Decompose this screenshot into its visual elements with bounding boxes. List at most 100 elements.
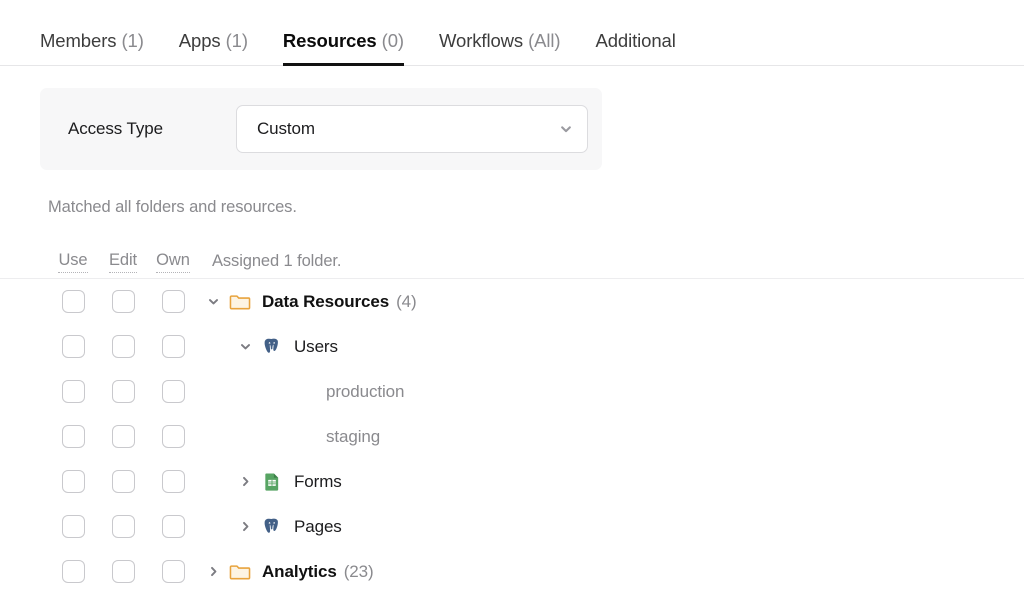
chevron-down-icon <box>561 126 571 133</box>
checkbox-edit[interactable] <box>111 515 135 538</box>
resource-name[interactable]: Users <box>294 337 338 357</box>
checkbox-edit[interactable] <box>111 470 135 493</box>
checkbox-use[interactable] <box>61 560 85 583</box>
checkbox-edit[interactable] <box>111 425 135 448</box>
checkbox-edit[interactable] <box>111 290 135 313</box>
tab-label: Apps <box>178 29 221 51</box>
tab-apps[interactable]: Apps (1) <box>178 29 248 66</box>
permission-column-edit: Edit <box>98 251 148 273</box>
checkbox-use[interactable] <box>61 515 85 538</box>
checkbox-own[interactable] <box>161 515 185 538</box>
checkbox-cell-own <box>148 470 198 493</box>
folder-name[interactable]: Analytics <box>262 562 337 582</box>
checkbox-cell-edit <box>98 335 148 358</box>
tree-row: Forms <box>0 459 1024 504</box>
checkbox-cell-use <box>48 470 98 493</box>
postgresql-icon <box>260 515 284 539</box>
tree-row-content: Data Resources (4) <box>198 290 1024 314</box>
postgresql-icon <box>260 335 284 359</box>
tree-row-content: Pages <box>198 515 1024 539</box>
permission-header-own[interactable]: Own <box>156 251 190 273</box>
checkbox-own[interactable] <box>161 380 185 403</box>
tab-count: (All) <box>528 29 561 51</box>
item-count: (23) <box>343 561 374 581</box>
tab-workflows[interactable]: Workflows (All) <box>438 29 561 66</box>
checkbox-edit[interactable] <box>111 560 135 583</box>
checkbox-cell-edit <box>98 560 148 583</box>
checkbox-edit[interactable] <box>111 380 135 403</box>
resource-name[interactable]: Forms <box>294 472 342 492</box>
permission-header-edit[interactable]: Edit <box>108 251 137 273</box>
checkbox-use[interactable] <box>61 470 85 493</box>
tree-row: Users <box>0 324 1024 369</box>
checkbox-cell-use <box>48 290 98 313</box>
access-type-panel: Access Type Custom <box>40 88 602 170</box>
checkbox-cell-edit <box>98 425 148 448</box>
tab-count: (1) <box>225 29 248 51</box>
permission-column-own: Own <box>148 251 198 273</box>
checkbox-own[interactable] <box>161 560 185 583</box>
tree-header: Use Edit Own Assigned 1 folder. <box>0 245 1024 279</box>
tree-row: Pages <box>0 504 1024 549</box>
tree-row-content: production <box>198 380 1024 404</box>
tree-row-content: Users <box>198 335 1024 359</box>
chevron-right-icon[interactable] <box>234 516 256 538</box>
tab-label: Additional <box>595 29 676 51</box>
checkbox-cell-use <box>48 560 98 583</box>
tree-row-content: Forms <box>198 470 1024 494</box>
checkbox-cell-own <box>148 515 198 538</box>
tab-label: Workflows <box>438 29 524 51</box>
checkbox-cell-own <box>148 335 198 358</box>
resource-name[interactable]: Pages <box>294 517 342 537</box>
tab-bar: Members (1) Apps (1) Resources (0) Workflow… <box>0 0 1024 66</box>
checkbox-cell-edit <box>98 380 148 403</box>
resource-tree: Data Resources (4) Users production staging F… <box>0 279 1024 594</box>
checkbox-own[interactable] <box>161 335 185 358</box>
chevron-right-icon[interactable] <box>234 471 256 493</box>
leaf-name[interactable]: staging <box>326 427 380 447</box>
folder-name[interactable]: Data Resources <box>262 292 389 312</box>
tab-additional[interactable]: Additional <box>595 29 676 66</box>
tab-label: Members <box>40 29 117 51</box>
checkbox-cell-own <box>148 425 198 448</box>
checkbox-cell-own <box>148 290 198 313</box>
tree-row: production <box>0 369 1024 414</box>
access-type-label: Access Type <box>68 119 163 138</box>
chevron-right-icon[interactable] <box>202 561 224 583</box>
checkbox-cell-use <box>48 380 98 403</box>
chevron-down-icon[interactable] <box>202 291 224 313</box>
checkbox-cell-own <box>148 560 198 583</box>
folder-icon <box>228 560 252 584</box>
folder-icon <box>228 290 252 314</box>
checkbox-own[interactable] <box>161 290 185 313</box>
checkbox-cell-edit <box>98 470 148 493</box>
matched-note: Matched all folders and resources. <box>48 198 297 216</box>
item-count: (4) <box>396 291 417 311</box>
google-sheets-icon <box>260 470 284 494</box>
checkbox-use[interactable] <box>61 290 85 313</box>
checkbox-own[interactable] <box>161 425 185 448</box>
permission-header-use[interactable]: Use <box>58 251 88 273</box>
checkbox-use[interactable] <box>61 380 85 403</box>
leaf-name[interactable]: production <box>326 382 404 402</box>
checkbox-own[interactable] <box>161 470 185 493</box>
checkbox-use[interactable] <box>61 335 85 358</box>
tree-row-content: Analytics (23) <box>198 560 1024 584</box>
access-type-value: Custom <box>257 119 315 138</box>
tree-row: staging <box>0 414 1024 459</box>
checkbox-cell-use <box>48 335 98 358</box>
tab-resources[interactable]: Resources (0) <box>282 29 404 66</box>
checkbox-edit[interactable] <box>111 335 135 358</box>
tree-row: Analytics (23) <box>0 549 1024 594</box>
tab-count: (1) <box>121 29 144 51</box>
checkbox-cell-use <box>48 515 98 538</box>
tree-row-content: staging <box>198 425 1024 449</box>
chevron-down-icon[interactable] <box>234 336 256 358</box>
tab-members[interactable]: Members (1) <box>40 29 144 66</box>
checkbox-cell-edit <box>98 515 148 538</box>
checkbox-use[interactable] <box>61 425 85 448</box>
tab-label: Resources <box>282 29 377 51</box>
assigned-note: Assigned 1 folder. <box>212 252 342 270</box>
checkbox-cell-own <box>148 380 198 403</box>
access-type-select[interactable]: Custom <box>236 105 588 153</box>
